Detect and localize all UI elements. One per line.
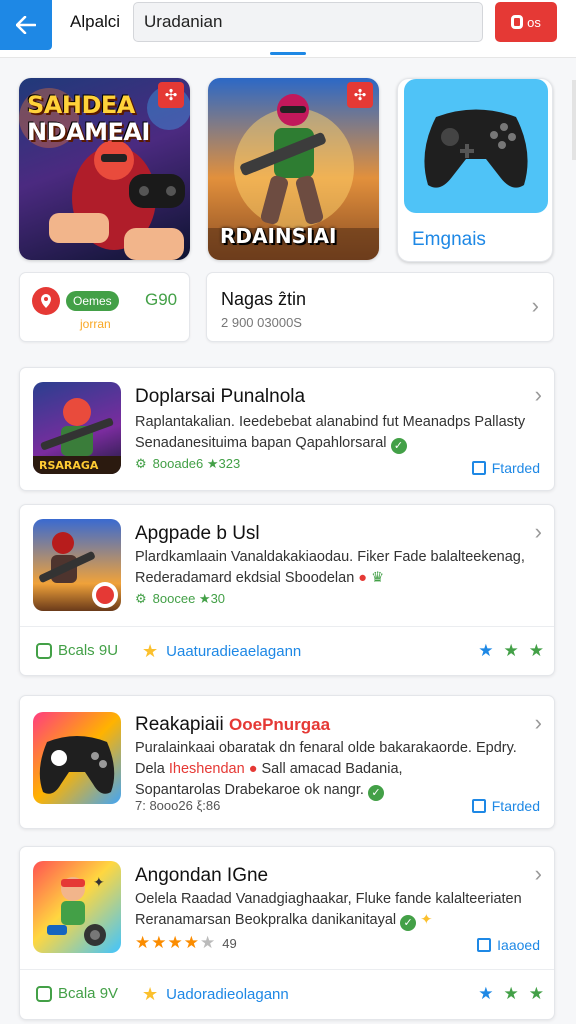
game-thumbnail: RSARAGA xyxy=(33,382,121,474)
featured-tile-2[interactable]: RDAINSIAI ✣ xyxy=(208,78,379,260)
verified-icon: ✓ xyxy=(400,915,417,931)
record-button-label: os xyxy=(527,14,541,30)
verified-icon: ✓ xyxy=(390,438,407,454)
controller-tile-background xyxy=(404,79,548,213)
tab-indicator xyxy=(270,52,306,55)
location-pin-icon xyxy=(32,287,60,315)
top-bar: Alpalci Uradanian os xyxy=(0,0,576,58)
list-item-description: Plardkamlaain Vanaldakakiaodau. Fiker Fa… xyxy=(135,549,525,586)
category-pill: Oemes xyxy=(66,291,119,311)
list-item-title: Apgpade b Usl xyxy=(135,523,260,544)
search-input[interactable]: Uradanian xyxy=(133,2,483,42)
chevron-right-icon: › xyxy=(531,293,539,318)
checkbox-icon xyxy=(477,938,492,952)
footer-badge[interactable]: Bcala 9V xyxy=(36,985,118,1002)
star-icon: ★ xyxy=(478,984,494,1003)
check-square-icon xyxy=(36,642,52,659)
gamepad-badge-icon: ✣ xyxy=(347,82,373,108)
star-icon: ★ xyxy=(478,641,494,660)
list-item-meta: 7: 8ooo26 ξ:86 xyxy=(135,798,221,813)
star-icon: ★ xyxy=(503,984,519,1003)
game-thumbnail xyxy=(33,519,121,611)
star-half-icon: ★ xyxy=(528,984,544,1003)
list-item-title: Reakapiaii OoePnurgaa xyxy=(135,714,331,735)
list-item-description: Raplantakalian. Ieedebebat alanabind fut… xyxy=(135,414,526,454)
featured-tile-3-label: Emgnais xyxy=(412,229,486,250)
card-footer: Bcala 9V ★ Uadoradieolagann ★ ★ ★ xyxy=(20,969,554,1019)
category-subtext: jorran xyxy=(80,317,111,331)
flame-icon: ● xyxy=(358,570,368,586)
star-half-icon: ★ xyxy=(528,641,544,660)
checkbox-icon xyxy=(471,461,486,475)
game-thumbnail xyxy=(33,712,121,804)
chevron-right-icon: › xyxy=(534,519,542,544)
title-tag: OoePnurgaa xyxy=(229,715,331,734)
rating-stars-icon: ★★★★★ xyxy=(135,933,217,952)
list-item[interactable]: ✦ Angondan IGne › Oelela Raadad Vanadgia… xyxy=(19,846,555,1020)
verified-icon: ✓ xyxy=(367,785,384,801)
crown-icon: ♛ xyxy=(371,570,385,586)
svg-text:RSARAGA: RSARAGA xyxy=(39,459,99,472)
record-icon xyxy=(511,15,524,29)
feature-button[interactable]: Ftarded xyxy=(471,460,540,476)
category-count: G90 xyxy=(145,290,178,309)
star-icon: ★ xyxy=(142,641,159,661)
card-footer: Bcals 9U ★ Uaaturadieaelagann ★ ★ ★ xyxy=(20,626,554,675)
news-card[interactable]: Nagas ẑtin 2 900 03000S › xyxy=(206,272,554,342)
footer-badge[interactable]: Bcals 9U xyxy=(36,642,118,659)
feature-button[interactable]: Ftarded xyxy=(471,798,540,814)
game-thumbnail: ✦ xyxy=(33,861,121,953)
featured-tile-3[interactable]: Emgnais xyxy=(397,78,553,262)
sparkle-icon: ✦ xyxy=(420,912,433,928)
category-card[interactable]: Oemes G90 jorran xyxy=(19,272,190,342)
gear-icon: ⚙ xyxy=(135,591,147,606)
svg-text:✦: ✦ xyxy=(93,875,105,891)
list-item[interactable]: Apgpade b Usl › Plardkamlaain Vanaldakak… xyxy=(19,504,555,676)
scroll-edge xyxy=(572,80,576,160)
flame-icon: ● xyxy=(248,761,258,777)
footer-link[interactable]: ★ Uaaturadieaelagann xyxy=(142,641,301,662)
record-button[interactable]: os xyxy=(495,2,557,42)
checkbox-icon xyxy=(471,799,486,813)
gamepad-badge-icon: ✣ xyxy=(158,82,184,108)
star-icon: ★ xyxy=(503,641,519,660)
footer-link[interactable]: ★ Uadoradieolagann xyxy=(142,984,289,1005)
list-item[interactable]: Reakapiaii OoePnurgaa › Puralainkaai oba… xyxy=(19,695,555,829)
list-item-rating: ★★★★★ 49 xyxy=(135,933,237,952)
list-item-title: Doplarsai Punalnola xyxy=(135,386,306,407)
list-item-title: Angondan IGne xyxy=(135,865,269,886)
news-card-subtitle: 2 900 03000S xyxy=(221,315,302,330)
footer-rating: ★ ★ ★ xyxy=(478,641,544,661)
list-item-meta: ⚙ 8ooade6 ★323 xyxy=(135,456,241,471)
featured-tile-1[interactable]: SAHDEA NDAMEAI ✣ xyxy=(19,78,190,260)
chevron-right-icon: › xyxy=(534,382,542,407)
gear-icon: ⚙ xyxy=(135,456,147,471)
list-item-description: Oelela Raadad Vanadgiaghaakar, Fluke fan… xyxy=(135,891,522,931)
check-square-icon xyxy=(36,985,52,1002)
feature-button[interactable]: Iaaoed xyxy=(477,937,540,953)
featured-tile-2-title: RDAINSIAI xyxy=(220,224,337,248)
arrow-left-icon xyxy=(16,16,36,34)
list-item-description: Puralainkaai obaratak dn fenaral olde ba… xyxy=(135,740,517,801)
chevron-right-icon: › xyxy=(534,710,542,735)
footer-rating: ★ ★ ★ xyxy=(478,984,544,1004)
star-icon: ★ xyxy=(142,984,159,1004)
chevron-right-icon: › xyxy=(534,861,542,886)
list-item-meta: ⚙ 8oocee ★30 xyxy=(135,591,226,606)
gamepad-icon xyxy=(424,109,528,188)
app-title: Alpalci xyxy=(70,12,121,31)
list-item[interactable]: RSARAGA Doplarsai Punalnola › Raplantaka… xyxy=(19,367,555,491)
news-card-title: Nagas ẑtin xyxy=(221,289,307,309)
back-button[interactable] xyxy=(0,0,52,50)
